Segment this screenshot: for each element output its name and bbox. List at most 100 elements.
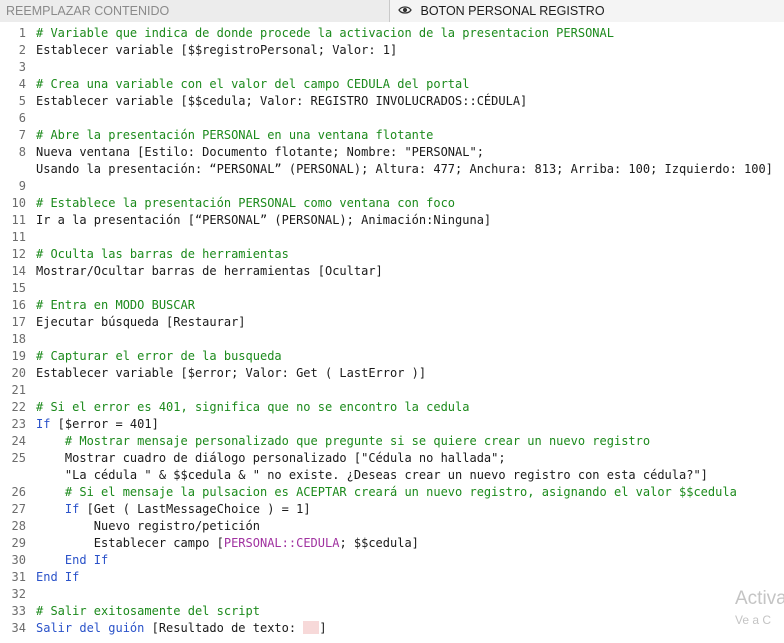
script-line[interactable]: 34 Salir del guión [Resultado de texto: ]	[0, 620, 784, 637]
script-line[interactable]: 1 # Variable que indica de donde procede …	[0, 25, 784, 42]
script-step: Establecer variable [$$cedula; Valor: RE…	[36, 93, 527, 110]
script-line[interactable]: 10 # Establece la presentación PERSONAL c…	[0, 195, 784, 212]
script-comment: # Si el mensaje la pulsacion es ACEPTAR …	[36, 485, 737, 499]
script-step: "La cédula " & $$cedula & " no existe. ¿…	[36, 467, 708, 484]
line-number: 9	[18, 179, 26, 193]
script-line[interactable]: 22 # Si el error es 401, significa que no…	[0, 399, 784, 416]
line-number: 21	[11, 383, 26, 397]
script-line[interactable]: 8 Nueva ventana [Estilo: Documento flotan…	[0, 144, 784, 161]
script-line[interactable]: 25 Mostrar cuadro de diálogo personaliza…	[0, 450, 784, 467]
script-step: # Establece la presentación PERSONAL com…	[36, 195, 455, 212]
script-line[interactable]: 23 If [$error = 401]	[0, 416, 784, 433]
script-comment: # Capturar el error de la busqueda	[36, 349, 282, 363]
script-line[interactable]: 3	[0, 59, 784, 76]
script-keyword: If	[36, 417, 51, 431]
script-line[interactable]: 5 Establecer variable [$$cedula; Valor: R…	[0, 93, 784, 110]
script-line[interactable]: 16 # Entra en MODO BUSCAR	[0, 297, 784, 314]
script-comment: # Establece la presentación PERSONAL com…	[36, 196, 456, 210]
script-line[interactable]: 32	[0, 586, 784, 603]
script-text: ; $$cedula]	[339, 536, 419, 550]
line-number: 11	[11, 230, 26, 244]
line-number: 22	[11, 400, 26, 414]
script-keyword: End If	[36, 570, 80, 584]
script-line[interactable]: "La cédula " & $$cedula & " no existe. ¿…	[0, 467, 784, 484]
script-comment: # Oculta las barras de herramientas	[36, 247, 289, 261]
script-step: # Salir exitosamente del script	[36, 603, 260, 620]
script-line[interactable]: 7 # Abre la presentación PERSONAL en una …	[0, 127, 784, 144]
script-step: If [$error = 401]	[36, 416, 159, 433]
script-text: Usando la presentación: “PERSONAL” (PERS…	[36, 162, 773, 176]
line-number: 34	[11, 621, 26, 635]
script-step: Nueva ventana [Estilo: Documento flotant…	[36, 144, 484, 161]
script-comment: # Salir exitosamente del script	[36, 604, 260, 618]
script-step: Salir del guión [Resultado de texto: ]	[36, 620, 327, 637]
script-line[interactable]: 2 Establecer variable [$$registroPersonal…	[0, 42, 784, 59]
script-line[interactable]: 15	[0, 280, 784, 297]
script-step: # Crea una variable con el valor del cam…	[36, 76, 469, 93]
script-line[interactable]: 11 Ir a la presentación [“PERSONAL” (PERS…	[0, 212, 784, 229]
tab-label: BOTON PERSONAL REGISTRO	[420, 4, 605, 18]
line-number: 25	[11, 451, 26, 465]
script-line[interactable]: 9	[0, 178, 784, 195]
line-number: 5	[18, 94, 26, 108]
script-comment: # Si el error es 401, significa que no s…	[36, 400, 470, 414]
script-line[interactable]: 30 End If	[0, 552, 784, 569]
line-number: 7	[18, 128, 26, 142]
script-text: ]	[319, 621, 327, 635]
script-line[interactable]: 20 Establecer variable [$error; Valor: Ge…	[0, 365, 784, 382]
script-text: [$error = 401]	[50, 417, 159, 431]
script-text: Nuevo registro/petición	[36, 519, 260, 533]
empty-text-result-field[interactable]	[303, 621, 320, 634]
script-keyword: Salir del guión	[36, 621, 145, 635]
script-line[interactable]: 31 End If	[0, 569, 784, 586]
script-step: Mostrar cuadro de diálogo personalizado …	[36, 450, 506, 467]
script-comment: # Crea una variable con el valor del cam…	[36, 77, 470, 91]
script-text: Nueva ventana [Estilo: Documento flotant…	[36, 145, 484, 159]
script-line[interactable]: 14 Mostrar/Ocultar barras de herramientas…	[0, 263, 784, 280]
line-number: 33	[11, 604, 26, 618]
script-line[interactable]: 33 # Salir exitosamente del script	[0, 603, 784, 620]
script-line[interactable]: 19 # Capturar el error de la busqueda	[0, 348, 784, 365]
script-step: End If	[36, 569, 79, 586]
line-number: 17	[11, 315, 26, 329]
script-line[interactable]: 11	[0, 229, 784, 246]
script-step: # Si el error es 401, significa que no s…	[36, 399, 469, 416]
script-line[interactable]: Usando la presentación: “PERSONAL” (PERS…	[0, 161, 784, 178]
script-text: Establecer campo [	[36, 536, 224, 550]
line-number: 3	[18, 60, 26, 74]
script-line[interactable]: 18	[0, 331, 784, 348]
script-step: Nuevo registro/petición	[36, 518, 260, 535]
script-step: Mostrar/Ocultar barras de herramientas […	[36, 263, 383, 280]
script-editor[interactable]: 1 # Variable que indica de donde procede …	[0, 22, 784, 643]
script-step: End If	[36, 552, 108, 569]
field-reference: PERSONAL::CEDULA	[223, 536, 340, 550]
script-text: Mostrar/Ocultar barras de herramientas […	[36, 264, 383, 278]
line-number: 6	[18, 111, 26, 125]
script-line[interactable]: 17 Ejecutar búsqueda [Restaurar]	[0, 314, 784, 331]
line-number: 1	[18, 26, 26, 40]
line-number: 11	[11, 213, 26, 227]
script-line[interactable]: 12 # Oculta las barras de herramientas	[0, 246, 784, 263]
script-line[interactable]: 27 If [Get ( LastMessageChoice ) = 1]	[0, 501, 784, 518]
tab-bar: REEMPLAZAR CONTENIDO BOTON PERSONAL REGI…	[0, 0, 784, 22]
script-step: Establecer variable [$error; Valor: Get …	[36, 365, 426, 382]
script-comment: # Variable que indica de donde procede l…	[36, 26, 614, 40]
script-line[interactable]: 6	[0, 110, 784, 127]
script-line[interactable]: 29 Establecer campo [PERSONAL::CEDULA; $…	[0, 535, 784, 552]
script-line[interactable]: 26 # Si el mensaje la pulsacion es ACEPT…	[0, 484, 784, 501]
script-step: Establecer variable [$$registroPersonal;…	[36, 42, 397, 59]
script-line[interactable]: 24 # Mostrar mensaje personalizado que p…	[0, 433, 784, 450]
script-text: Ejecutar búsqueda [Restaurar]	[36, 315, 246, 329]
tab-boton-personal-registro[interactable]: BOTON PERSONAL REGISTRO	[390, 0, 784, 22]
script-step: Establecer campo [PERSONAL::CEDULA; $$ce…	[36, 535, 419, 552]
line-number: 31	[11, 570, 26, 584]
line-number: 12	[11, 247, 26, 261]
script-line[interactable]: 4 # Crea una variable con el valor del ca…	[0, 76, 784, 93]
script-line[interactable]: 28 Nuevo registro/petición	[0, 518, 784, 535]
activation-watermark-title: Activa	[735, 588, 784, 609]
script-line[interactable]: 21	[0, 382, 784, 399]
tab-reemplazar-contenido[interactable]: REEMPLAZAR CONTENIDO	[0, 0, 390, 22]
line-number: 10	[11, 196, 26, 210]
line-number: 30	[11, 553, 26, 567]
script-text: Establecer variable [$$cedula; Valor: RE…	[36, 94, 528, 108]
